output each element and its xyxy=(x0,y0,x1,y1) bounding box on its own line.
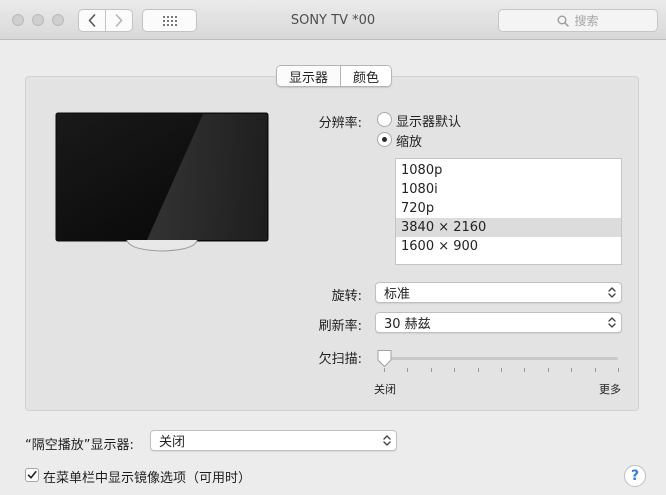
radio-scaled[interactable] xyxy=(377,132,392,147)
minimize-window-button[interactable] xyxy=(32,14,44,26)
forward-button[interactable] xyxy=(105,10,132,31)
resolution-list[interactable]: 1080p 1080i 720p 3840 × 2160 1600 × 900 xyxy=(395,158,622,265)
tab-bar: 显示器 颜色 xyxy=(276,65,392,87)
nav-button-group xyxy=(78,9,133,32)
slider-tick xyxy=(501,368,502,372)
refresh-rate-label: 刷新率: xyxy=(318,319,362,334)
popup-arrows-icon xyxy=(383,435,391,446)
slider-tick xyxy=(594,368,596,372)
help-button[interactable]: ? xyxy=(624,465,646,487)
zoom-window-button[interactable] xyxy=(52,14,64,26)
slider-tick xyxy=(571,368,573,372)
checkmark-icon xyxy=(27,471,37,479)
popup-arrows-icon xyxy=(608,287,616,298)
close-window-button[interactable] xyxy=(12,14,24,26)
mirror-options-checkbox[interactable] xyxy=(25,468,39,482)
radio-scaled-label: 缩放 xyxy=(396,135,423,150)
airplay-display-value: 关闭 xyxy=(159,435,186,450)
slider-tick xyxy=(454,368,456,372)
title-bar: SONY TV *00 搜索 xyxy=(0,0,666,40)
search-icon xyxy=(557,15,570,27)
radio-display-default-label: 显示器默认 xyxy=(396,115,462,130)
popup-arrows-icon xyxy=(608,317,616,328)
rotation-value: 标准 xyxy=(384,287,411,302)
search-placeholder: 搜索 xyxy=(574,14,599,28)
chevron-left-icon xyxy=(88,14,96,27)
search-field[interactable]: 搜索 xyxy=(498,9,658,32)
radio-display-default[interactable] xyxy=(377,112,392,127)
underscan-min-label: 关闭 xyxy=(374,383,396,396)
underscan-slider-knob[interactable] xyxy=(376,349,393,368)
resolution-option[interactable]: 1600 × 900 xyxy=(396,237,621,256)
refresh-rate-select[interactable]: 30 赫兹 xyxy=(375,312,622,333)
airplay-display-select[interactable]: 关闭 xyxy=(150,430,397,451)
slider-tick xyxy=(430,368,432,372)
show-all-button[interactable] xyxy=(142,9,197,32)
resolution-option[interactable]: 1080i xyxy=(396,180,621,199)
slider-tick xyxy=(407,368,409,372)
rotation-select[interactable]: 标准 xyxy=(375,282,622,303)
resolution-label: 分辨率: xyxy=(318,116,362,131)
slider-tick xyxy=(524,368,526,372)
tv-display-image xyxy=(55,112,269,252)
underscan-label: 欠扫描: xyxy=(318,352,362,367)
mirror-options-label: 在菜单栏中显示镜像选项（可用时） xyxy=(43,471,252,486)
slider-tick xyxy=(618,368,619,372)
slider-tick xyxy=(547,368,549,372)
resolution-option[interactable]: 1080p xyxy=(396,161,621,180)
rotation-label: 旋转: xyxy=(331,289,362,304)
airplay-display-label: “隔空播放”显示器: xyxy=(25,438,134,453)
resolution-option[interactable]: 720p xyxy=(396,199,621,218)
resolution-option-selected[interactable]: 3840 × 2160 xyxy=(396,218,621,237)
tab-display[interactable]: 显示器 xyxy=(277,66,340,86)
refresh-rate-value: 30 赫兹 xyxy=(384,317,431,332)
underscan-slider-track[interactable] xyxy=(378,357,618,360)
back-button[interactable] xyxy=(79,10,105,31)
underscan-max-label: 更多 xyxy=(599,383,621,396)
tab-color[interactable]: 颜色 xyxy=(340,66,391,86)
slider-tick xyxy=(477,368,479,372)
chevron-right-icon xyxy=(115,14,123,27)
grid-icon xyxy=(162,15,177,26)
slider-tick xyxy=(384,368,385,372)
